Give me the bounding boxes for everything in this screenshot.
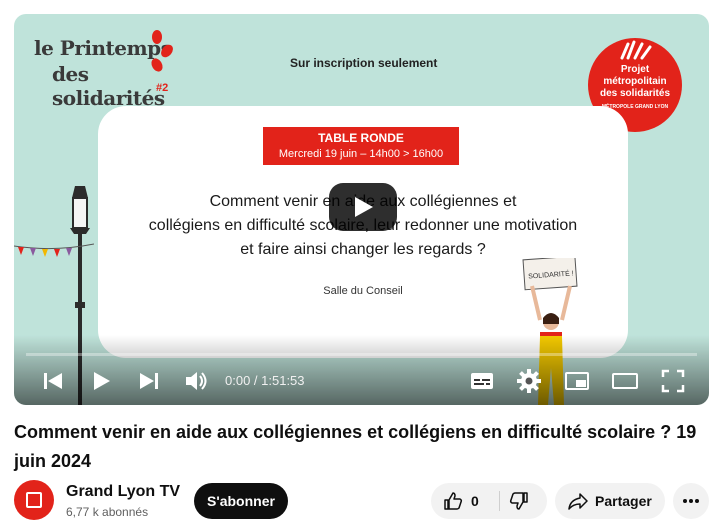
like-count: 0 (471, 493, 479, 509)
settings-button[interactable] (514, 366, 544, 396)
play-button[interactable] (86, 366, 116, 396)
subscribe-button[interactable]: S'abonner (194, 483, 288, 519)
bunting-flags (14, 243, 94, 257)
previous-button[interactable] (38, 366, 68, 396)
more-actions-button[interactable] (673, 483, 709, 519)
thumbs-up-icon (444, 492, 463, 510)
share-label: Partager (595, 493, 652, 509)
channel-logo-icon (26, 492, 42, 508)
thumbs-down-icon (509, 492, 528, 510)
volume-button[interactable] (181, 366, 211, 396)
logo-left-line1: le Printemps (34, 36, 172, 60)
subtitles-button[interactable] (467, 366, 497, 396)
printemps-solidarites-logo: le Printemps des solidarités #2 (34, 26, 176, 110)
round-table-badge: TABLE RONDE Mercredi 19 juin – 14h00 > 1… (263, 127, 459, 165)
more-horizontal-icon (681, 491, 701, 516)
play-icon (355, 197, 373, 217)
volume-icon (186, 372, 207, 390)
theater-icon (612, 373, 638, 389)
logo-left-edition: #2 (156, 82, 169, 94)
miniplayer-button[interactable] (562, 366, 592, 396)
previous-icon (44, 373, 62, 389)
fullscreen-icon (661, 369, 685, 393)
logo-right-line1: Projet (620, 64, 650, 75)
dislike-button[interactable] (509, 491, 529, 516)
registration-notice: Sur inscription seulement (290, 56, 438, 70)
video-player[interactable]: le Printemps des solidarités #2 Sur insc… (14, 14, 709, 405)
share-button[interactable]: Partager (555, 483, 665, 519)
time-display: 0:00 / 1:51:53 (225, 373, 305, 388)
badge-title: TABLE RONDE (318, 131, 404, 145)
progress-bar[interactable] (26, 353, 697, 356)
divider (499, 491, 500, 511)
next-icon (140, 373, 158, 389)
like-button[interactable] (443, 491, 463, 516)
channel-avatar[interactable] (14, 480, 54, 520)
controls-gradient (14, 335, 709, 405)
next-button[interactable] (134, 366, 164, 396)
miniplayer-icon (565, 372, 589, 390)
logo-right-line3: des solidarités (599, 88, 671, 99)
fullscreen-button[interactable] (658, 366, 688, 396)
subscriber-count: 6,77 k abonnés (66, 505, 149, 519)
badge-date: Mercredi 19 juin – 14h00 > 16h00 (278, 148, 444, 160)
play-icon (94, 372, 110, 390)
gear-icon (517, 369, 541, 393)
share-icon (567, 491, 589, 516)
theater-mode-button[interactable] (610, 366, 640, 396)
like-dislike-group: 0 (431, 483, 547, 519)
video-title: Comment venir en aide aux collégiennes e… (14, 422, 697, 471)
logo-right-line2: métropolitain (603, 76, 667, 87)
channel-name[interactable]: Grand Lyon TV (66, 483, 180, 501)
play-button-large[interactable] (329, 183, 397, 231)
subtitles-icon (471, 373, 493, 389)
petal-icon (152, 30, 162, 44)
